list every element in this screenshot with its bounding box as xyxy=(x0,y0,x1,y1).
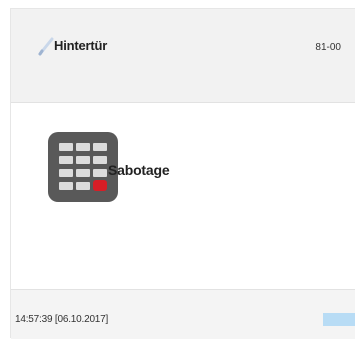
keypad-key xyxy=(93,169,107,177)
keypad-alert-key xyxy=(93,180,107,191)
card-header: Hintertür 81-00 xyxy=(11,9,355,103)
keypad-key xyxy=(76,182,90,190)
keypad-key xyxy=(93,143,107,151)
keypad-key xyxy=(59,143,73,151)
zone-card: Hintertür 81-00 Sabotage 14:57:39 [06.10… xyxy=(10,8,355,339)
pencil-icon[interactable] xyxy=(37,35,55,57)
keypad-key xyxy=(59,156,73,164)
timestamp: 14:57:39 [06.10.2017] xyxy=(15,314,109,325)
status-area: Sabotage xyxy=(11,103,355,289)
status-indicator[interactable] xyxy=(323,313,355,326)
status-label: Sabotage xyxy=(108,162,170,178)
keypad-key xyxy=(59,182,73,190)
keypad-key xyxy=(59,169,73,177)
zone-title: Hintertür xyxy=(54,38,108,53)
zone-code: 81-00 xyxy=(315,42,341,53)
keypad-key xyxy=(76,169,90,177)
keypad-key xyxy=(76,156,90,164)
keypad-key xyxy=(76,143,90,151)
card-footer: 14:57:39 [06.10.2017] xyxy=(11,289,355,339)
keypad-key xyxy=(93,156,107,164)
